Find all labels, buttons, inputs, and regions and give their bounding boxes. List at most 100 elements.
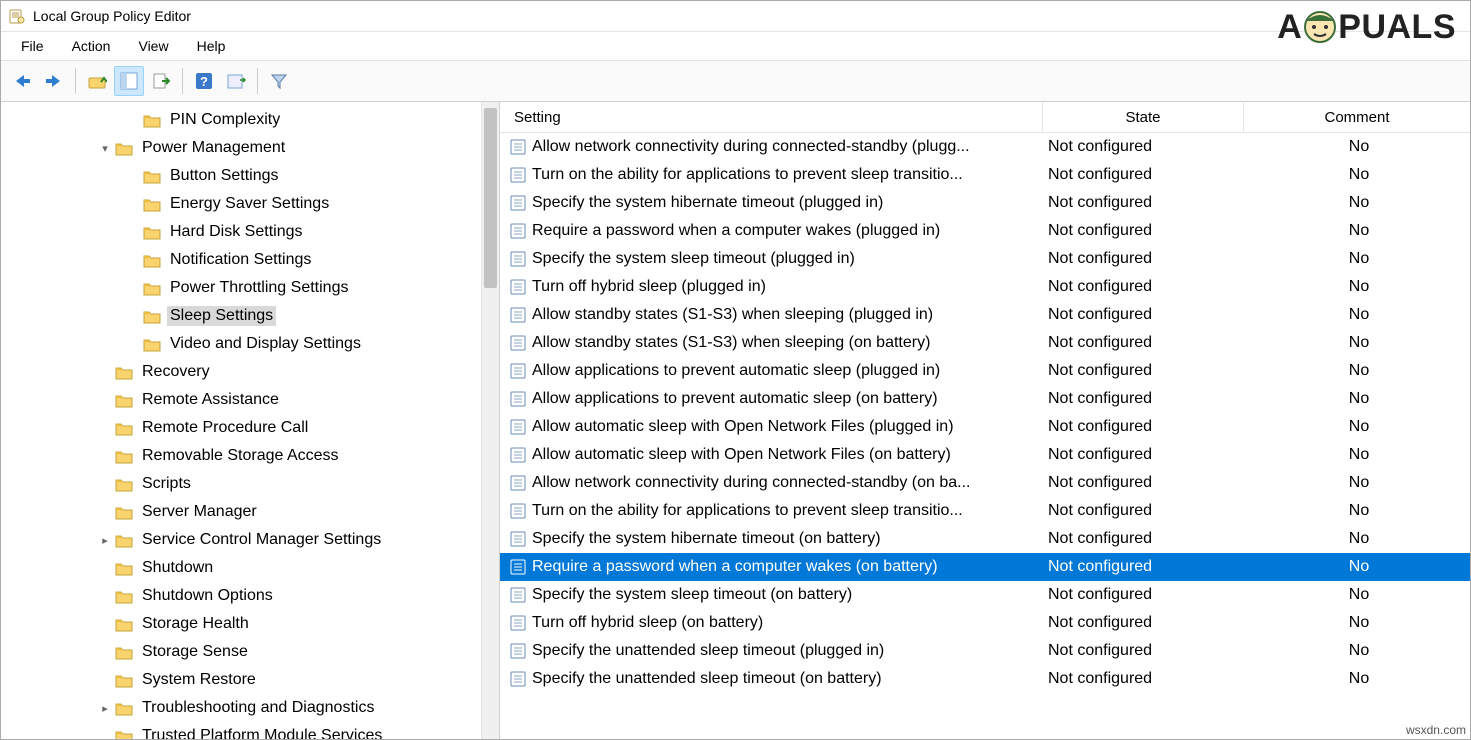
- tree-scrollbar[interactable]: [481, 102, 499, 740]
- tree-item[interactable]: Sleep Settings: [1, 302, 499, 330]
- menu-view[interactable]: View: [124, 35, 182, 57]
- policy-tree[interactable]: PIN Complexity▾Power ManagementButton Se…: [1, 102, 499, 740]
- setting-name: Allow standby states (S1-S3) when sleepi…: [532, 334, 930, 352]
- setting-name: Specify the unattended sleep timeout (on…: [532, 670, 882, 688]
- setting-comment: No: [1248, 166, 1470, 184]
- tree-item-label: Shutdown: [139, 558, 216, 578]
- menu-action[interactable]: Action: [58, 35, 125, 57]
- tree-item[interactable]: PIN Complexity: [1, 106, 499, 134]
- tree-item[interactable]: Notification Settings: [1, 246, 499, 274]
- setting-row[interactable]: Specify the system sleep timeout (plugge…: [500, 245, 1470, 273]
- tree-item[interactable]: System Restore: [1, 666, 499, 694]
- tree-item[interactable]: Removable Storage Access: [1, 442, 499, 470]
- setting-state: Not configured: [1038, 138, 1248, 156]
- setting-comment: No: [1248, 530, 1470, 548]
- tree-item[interactable]: ▾Power Management: [1, 134, 499, 162]
- setting-row[interactable]: Allow network connectivity during connec…: [500, 133, 1470, 161]
- toolbar-separator: [75, 68, 76, 94]
- setting-row[interactable]: Turn off hybrid sleep (plugged in)Not co…: [500, 273, 1470, 301]
- scrollbar-thumb[interactable]: [484, 108, 497, 288]
- tree-item-label: Scripts: [139, 474, 194, 494]
- tree-item[interactable]: Energy Saver Settings: [1, 190, 499, 218]
- export-button[interactable]: [146, 66, 176, 96]
- forward-button[interactable]: [39, 66, 69, 96]
- setting-state: Not configured: [1038, 166, 1248, 184]
- filter-button[interactable]: [264, 66, 294, 96]
- setting-row[interactable]: Require a password when a computer wakes…: [500, 217, 1470, 245]
- setting-row[interactable]: Allow automatic sleep with Open Network …: [500, 413, 1470, 441]
- back-button[interactable]: [7, 66, 37, 96]
- tree-item[interactable]: Scripts: [1, 470, 499, 498]
- tree-item[interactable]: Power Throttling Settings: [1, 274, 499, 302]
- column-comment[interactable]: Comment: [1244, 102, 1470, 132]
- watermark-text-left: A: [1277, 10, 1302, 44]
- tree-expander-icon[interactable]: ▾: [97, 142, 113, 155]
- setting-row[interactable]: Require a password when a computer wakes…: [500, 553, 1470, 581]
- column-state[interactable]: State: [1043, 102, 1244, 132]
- setting-state: Not configured: [1038, 334, 1248, 352]
- up-button[interactable]: [82, 66, 112, 96]
- settings-list[interactable]: Allow network connectivity during connec…: [500, 133, 1470, 693]
- tree-item[interactable]: Video and Display Settings: [1, 330, 499, 358]
- setting-row[interactable]: Allow network connectivity during connec…: [500, 469, 1470, 497]
- tree-item[interactable]: Remote Assistance: [1, 386, 499, 414]
- tree-item[interactable]: Shutdown: [1, 554, 499, 582]
- setting-comment: No: [1248, 278, 1470, 296]
- tree-item[interactable]: ▸Troubleshooting and Diagnostics: [1, 694, 499, 722]
- tree-expander-icon[interactable]: ▸: [97, 702, 113, 715]
- tree-expander-icon[interactable]: ▸: [97, 534, 113, 547]
- setting-row[interactable]: Allow applications to prevent automatic …: [500, 357, 1470, 385]
- setting-row[interactable]: Specify the system sleep timeout (on bat…: [500, 581, 1470, 609]
- setting-row[interactable]: Allow standby states (S1-S3) when sleepi…: [500, 301, 1470, 329]
- setting-state: Not configured: [1038, 446, 1248, 464]
- tree-item[interactable]: Button Settings: [1, 162, 499, 190]
- setting-row[interactable]: Specify the system hibernate timeout (pl…: [500, 189, 1470, 217]
- setting-state: Not configured: [1038, 250, 1248, 268]
- tree-item-label: Video and Display Settings: [167, 334, 364, 354]
- svg-text:?: ?: [200, 74, 208, 89]
- show-tree-button[interactable]: [114, 66, 144, 96]
- setting-comment: No: [1248, 502, 1470, 520]
- setting-state: Not configured: [1038, 670, 1248, 688]
- setting-state: Not configured: [1038, 362, 1248, 380]
- setting-name: Allow automatic sleep with Open Network …: [532, 446, 951, 464]
- options-button[interactable]: [221, 66, 251, 96]
- content-area: PIN Complexity▾Power ManagementButton Se…: [1, 102, 1470, 740]
- tree-item[interactable]: Shutdown Options: [1, 582, 499, 610]
- tree-item[interactable]: ▸Service Control Manager Settings: [1, 526, 499, 554]
- setting-state: Not configured: [1038, 278, 1248, 296]
- setting-row[interactable]: Specify the unattended sleep timeout (pl…: [500, 637, 1470, 665]
- setting-name: Specify the system hibernate timeout (on…: [532, 530, 881, 548]
- setting-state: Not configured: [1038, 502, 1248, 520]
- setting-comment: No: [1248, 418, 1470, 436]
- column-setting[interactable]: Setting: [500, 102, 1043, 132]
- tree-item[interactable]: Storage Health: [1, 610, 499, 638]
- setting-row[interactable]: Turn on the ability for applications to …: [500, 497, 1470, 525]
- setting-row[interactable]: Turn off hybrid sleep (on battery)Not co…: [500, 609, 1470, 637]
- window-title: Local Group Policy Editor: [33, 8, 191, 24]
- setting-row[interactable]: Specify the unattended sleep timeout (on…: [500, 665, 1470, 693]
- tree-item[interactable]: Hard Disk Settings: [1, 218, 499, 246]
- setting-name: Specify the unattended sleep timeout (pl…: [532, 642, 884, 660]
- tree-item[interactable]: Server Manager: [1, 498, 499, 526]
- list-header: Setting State Comment: [500, 102, 1470, 133]
- tree-item[interactable]: Recovery: [1, 358, 499, 386]
- tree-item[interactable]: Remote Procedure Call: [1, 414, 499, 442]
- arrow-right-icon: [44, 73, 64, 89]
- tree-item-label: Notification Settings: [167, 250, 314, 270]
- menu-file[interactable]: File: [7, 35, 58, 57]
- watermark-logo: A PUALS: [1277, 7, 1456, 47]
- tree-item[interactable]: Storage Sense: [1, 638, 499, 666]
- setting-row[interactable]: Specify the system hibernate timeout (on…: [500, 525, 1470, 553]
- setting-comment: No: [1248, 474, 1470, 492]
- setting-comment: No: [1248, 586, 1470, 604]
- setting-row[interactable]: Turn on the ability for applications to …: [500, 161, 1470, 189]
- setting-row[interactable]: Allow automatic sleep with Open Network …: [500, 441, 1470, 469]
- setting-row[interactable]: Allow standby states (S1-S3) when sleepi…: [500, 329, 1470, 357]
- tree-pane-icon: [120, 72, 138, 90]
- menu-help[interactable]: Help: [183, 35, 240, 57]
- site-credit: wsxdn.com: [1406, 723, 1466, 737]
- setting-row[interactable]: Allow applications to prevent automatic …: [500, 385, 1470, 413]
- tree-item[interactable]: Trusted Platform Module Services: [1, 722, 499, 740]
- help-button[interactable]: ?: [189, 66, 219, 96]
